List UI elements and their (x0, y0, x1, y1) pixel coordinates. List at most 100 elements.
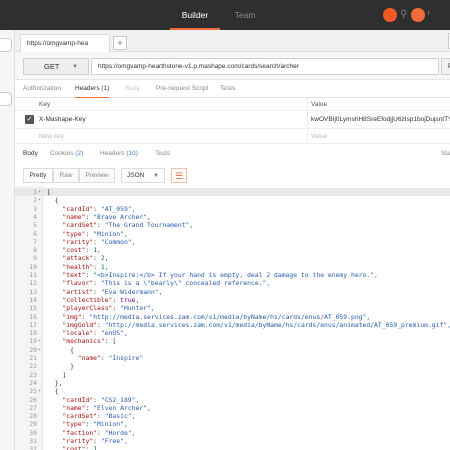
line-number: 1 (33, 188, 37, 196)
tab-response-body[interactable]: Body (23, 148, 38, 162)
line-number: 28 (29, 412, 37, 421)
line-number: 23 (29, 370, 37, 379)
user-name[interactable]: I (428, 11, 430, 17)
code-line: 19 ▾ "mechanics": [ (15, 337, 450, 345)
response-tabs: Body Cookies (2) Headers (10) Tests Sta (15, 148, 450, 162)
line-number: 14 (29, 295, 37, 304)
tab-label: Cookies (50, 150, 74, 157)
format-select[interactable]: JSON ▼ (121, 168, 165, 183)
sync-icon[interactable] (383, 8, 397, 22)
line-number: 19 (29, 337, 37, 346)
tab-response-tests[interactable]: Tests (155, 148, 170, 162)
code-text: "mechanics": [ (62, 337, 117, 346)
response-toolbar: Pretty Raw Preview JSON ▼ ☰ (15, 166, 450, 186)
tab-authorization[interactable]: Authorization (23, 80, 61, 98)
code-line: 28 "cardSet": "Basic", (15, 412, 450, 420)
code-line: 9 "attack": 2, (15, 254, 450, 262)
code-text: "faction": "Horde", (62, 428, 136, 437)
method-label: GET (44, 62, 60, 71)
line-number: 5 (33, 221, 37, 230)
fold-toggle-icon[interactable]: ▾ (38, 188, 41, 196)
code-text: "health": 1, (62, 262, 109, 271)
code-text: "collectible": true, (62, 295, 140, 304)
sidebar-control[interactable] (0, 92, 12, 106)
line-number: 20 (29, 345, 37, 354)
count-badge: (10) (126, 150, 138, 157)
code-line: 27 "name": "Elven Archer", (15, 404, 450, 412)
code-text: ] (47, 370, 67, 379)
code-line: 12 "flavor": "This is a \"bearly\" conce… (15, 279, 450, 287)
new-value-field[interactable]: Value (311, 133, 327, 140)
chevron-down-icon: ▼ (153, 173, 159, 179)
code-line: 29 "type": "Minion", (15, 420, 450, 428)
request-tab-strip: https://omgvamp-hea + No (15, 30, 450, 52)
request-tabs: Authorization Headers (1) Body Pre-reque… (15, 80, 450, 98)
line-number: 9 (33, 254, 37, 263)
line-number: 32 (29, 445, 37, 450)
new-key-field[interactable]: New key (39, 133, 64, 140)
line-number: 29 (29, 420, 37, 429)
checkbox-checked-icon[interactable]: ✓ (25, 115, 34, 124)
code-line: 3 "cardId": "AT_059", (15, 205, 450, 213)
request-tab[interactable]: https://omgvamp-hea (20, 34, 110, 52)
request-tab-label: https://omgvamp-hea (27, 40, 89, 47)
left-sidebar-edge (0, 30, 15, 450)
header-key-field[interactable]: X-Mashape-Key (39, 116, 86, 123)
code-text: "name": "Inspire" (77, 354, 144, 362)
response-body-code[interactable]: 1 ▾[2 ▾ {3 "cardId": "AT_059", 4 "name": "B… (15, 186, 450, 450)
tab-body[interactable]: Body (125, 80, 140, 98)
code-text: "cardId": "AT_059", (62, 204, 136, 213)
tab-builder[interactable]: Builder (170, 0, 220, 30)
tab-response-cookies[interactable]: Cookies (2) (50, 148, 83, 162)
code-text: "rarity": "Free", (62, 437, 128, 445)
value-column-header: Value (311, 101, 328, 108)
line-number: 10 (29, 262, 37, 271)
fold-toggle-icon[interactable]: ▾ (38, 387, 41, 395)
code-text: "flavor": "This is a \"bearly\" conceale… (62, 279, 271, 288)
fold-toggle-icon[interactable]: ▾ (38, 196, 41, 204)
line-number: 18 (29, 329, 37, 338)
code-text: "type": "Minion", (62, 420, 128, 429)
code-line: 14 "collectible": true, (15, 296, 450, 304)
avatar[interactable] (411, 8, 425, 22)
line-number: 13 (29, 287, 37, 296)
params-button[interactable]: Pa (441, 58, 450, 75)
new-tab-button[interactable]: + (113, 36, 127, 50)
tab-team-library[interactable]: Team Library (222, 0, 268, 50)
raw-button[interactable]: Raw (53, 168, 79, 183)
request-url-bar: GET ▼ https://omgvamp-hearthstone-v1.p.m… (15, 52, 450, 80)
response-status: Sta (440, 151, 450, 157)
tab-headers[interactable]: Headers (1) (75, 80, 110, 98)
table-row: ✓ X-Mashape-Key kwOVBIj0LymshH8SreEfodjj… (15, 111, 450, 129)
preview-button[interactable]: Preview (79, 168, 115, 183)
satellite-icon[interactable]: ⚲ (400, 9, 410, 21)
fold-toggle-icon[interactable]: ▾ (38, 337, 41, 345)
code-text: "rarity": "Common", (62, 237, 136, 246)
code-line: 26 "cardId": "CS2_189", (15, 396, 450, 404)
code-text: }, (47, 378, 63, 387)
url-input[interactable]: https://omgvamp-hearthstone-v1.p.mashape… (91, 58, 439, 75)
code-text: "attack": 2, (62, 254, 109, 263)
code-text: "name": "Elven Archer", (62, 403, 151, 412)
header-value-field[interactable]: kwOVBIj0LymshH8SreEfodjjU6zIsp1bojDujsnt… (311, 116, 450, 123)
pretty-button[interactable]: Pretty (23, 168, 53, 183)
tab-pre-request-script[interactable]: Pre-request Script (156, 80, 208, 98)
tab-response-headers[interactable]: Headers (10) (100, 148, 138, 162)
code-line: 11 "text": "<b>Inspire:</b> If your hand… (15, 271, 450, 279)
code-line: 13 "artist": "Eva Widermann", (15, 288, 450, 296)
fold-toggle-icon[interactable]: ▾ (38, 346, 41, 354)
sidebar-control[interactable] (0, 38, 12, 52)
top-bar: Builder Team Library ⚲ I (0, 0, 450, 50)
code-text: "cardSet": "The Grand Tournament", (62, 221, 194, 230)
line-number: 11 (29, 271, 37, 279)
code-line: 4 "name": "Brave Archer", (15, 213, 450, 221)
code-line: 22 } (15, 362, 450, 370)
code-line: 20 ▾ { (15, 346, 450, 354)
method-select[interactable]: GET ▼ (23, 58, 89, 75)
line-number: 25 (29, 387, 37, 396)
line-number: 17 (29, 320, 37, 329)
wrap-lines-icon[interactable]: ☰ (171, 168, 187, 183)
code-line: 15 "playerClass": "Hunter", (15, 304, 450, 312)
tab-tests[interactable]: Tests (220, 80, 235, 98)
line-number: 4 (33, 212, 37, 221)
